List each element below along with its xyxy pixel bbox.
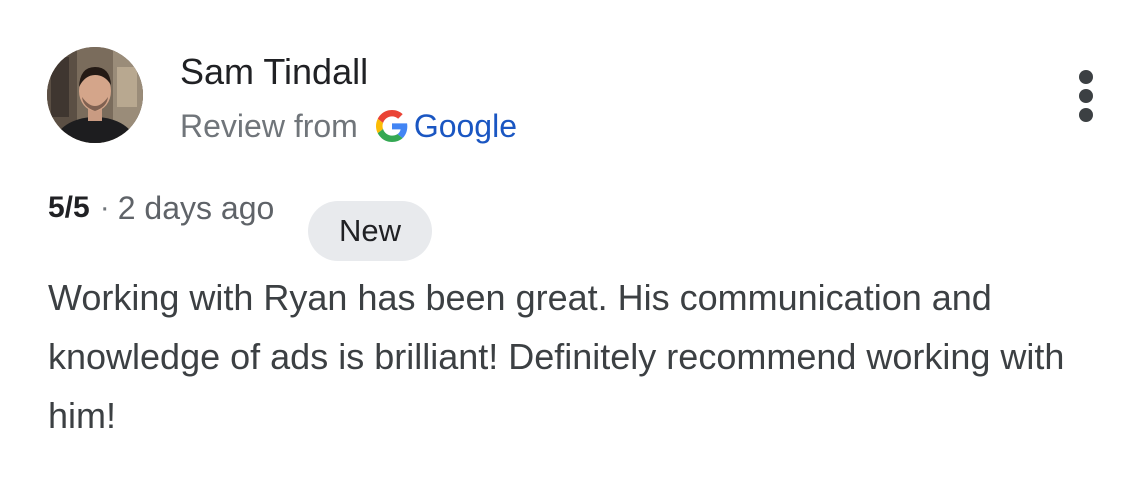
avatar[interactable] xyxy=(47,47,143,143)
more-options-button[interactable] xyxy=(1066,66,1106,126)
author-name[interactable]: Sam Tindall xyxy=(180,50,368,94)
rating: 5/5 xyxy=(48,191,90,224)
review-card: Sam Tindall Review from Google 5/5 · 2 d… xyxy=(0,0,1144,489)
more-vert-icon-dot xyxy=(1079,108,1093,122)
google-g-icon xyxy=(375,110,408,142)
rating-row: 5/5 · 2 days ago xyxy=(48,186,274,230)
google-link[interactable]: Google xyxy=(414,108,517,145)
new-badge: New xyxy=(308,201,432,261)
source-prefix: Review from xyxy=(180,107,358,144)
more-vert-icon xyxy=(1079,70,1093,84)
review-source: Review from Google xyxy=(180,104,517,148)
review-text: Working with Ryan has been great. His co… xyxy=(48,277,1065,436)
separator: · xyxy=(99,191,110,224)
more-vert-icon-dot xyxy=(1079,89,1093,103)
review-time: 2 days ago xyxy=(117,189,275,226)
profile-photo-icon xyxy=(47,47,143,143)
